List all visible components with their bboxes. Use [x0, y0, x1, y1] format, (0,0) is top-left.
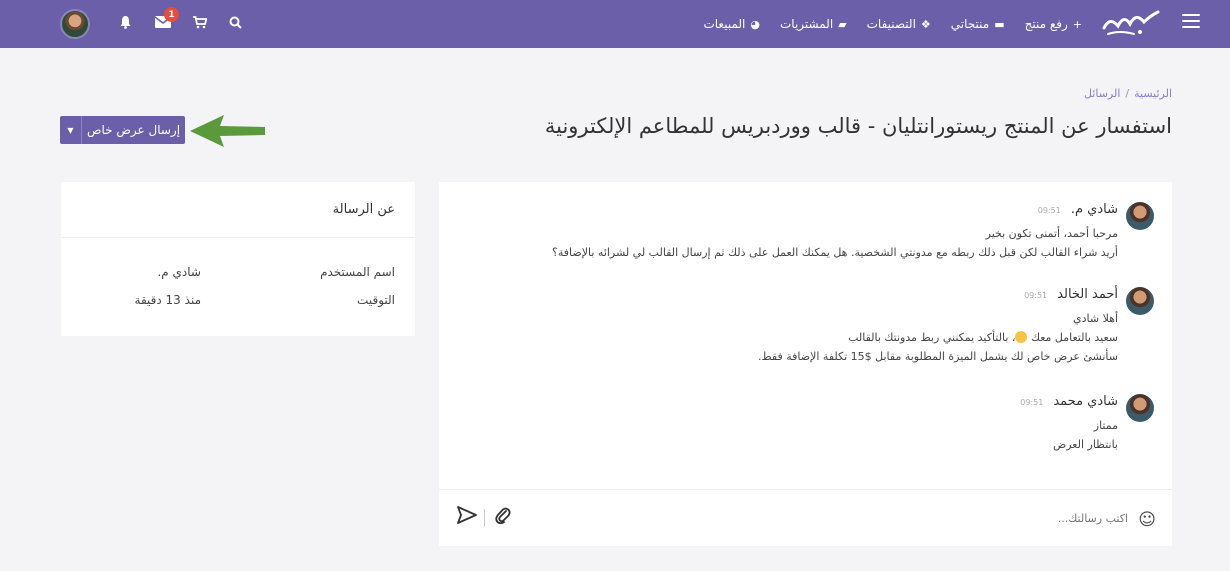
nav-my-products-label: منتجاتي	[950, 17, 990, 31]
user-avatar[interactable]	[60, 9, 90, 39]
nav-categories[interactable]: ❖ التصنيفات	[867, 17, 931, 31]
nav-categories-label: التصنيفات	[866, 17, 916, 31]
nav-sales[interactable]: ◕ المبيعات	[703, 17, 760, 31]
divider	[484, 509, 485, 527]
paperclip-icon[interactable]	[495, 507, 511, 525]
info-row-username: اسم المستخدم شادي م.	[81, 265, 395, 279]
site-logo[interactable]	[1100, 8, 1162, 40]
nav-upload-product[interactable]: + رفع منتج	[1025, 17, 1082, 31]
message-time: 09:51	[1024, 291, 1048, 300]
message-body: أحمد الخالد 09:51 أهلا شادي سعيد بالتعام…	[758, 287, 1118, 366]
message-line: سعيد بالتعامل معك ، بالتأكيد يمكنني ربط …	[758, 328, 1118, 347]
info-panel-title: عن الرسالة	[61, 182, 415, 238]
message-line: سأنشئ عرض خاص لك يشمل الميزة المطلوبة مق…	[757, 350, 1118, 363]
info-row-time: التوقيت منذ 13 دقيقة	[81, 293, 395, 307]
message-item: أحمد الخالد 09:51 أهلا شادي سعيد بالتعام…	[758, 287, 1154, 366]
mail-badge: 1	[164, 7, 179, 22]
message-info-panel: عن الرسالة اسم المستخدم شادي م. التوقيت …	[61, 182, 415, 336]
cart-icon[interactable]	[193, 15, 208, 33]
bell-icon[interactable]	[119, 15, 132, 33]
nav-sales-label: المبيعات	[703, 17, 746, 31]
info-value: منذ 13 دقيقة	[134, 293, 201, 307]
message-line: ممتاز	[1093, 419, 1118, 432]
avatar	[1126, 202, 1154, 230]
mail-icon[interactable]: 1	[154, 7, 179, 32]
nav-purchases-label: المشتريات	[779, 17, 834, 31]
user-tools: 1	[60, 0, 242, 48]
main-menu: + رفع منتج ▬ منتجاتي ❖ التصنيفات ▰ المشت…	[703, 0, 1082, 48]
briefcase-icon: ▬	[994, 17, 1005, 31]
message-composer: ☺	[439, 489, 1172, 546]
message-line: أهلا شادي	[1073, 312, 1118, 325]
folder-icon: ▰	[838, 17, 847, 31]
message-time: 09:51	[1037, 206, 1061, 215]
chevron-down-icon[interactable]: ▼	[60, 116, 82, 144]
pie-chart-icon: ◕	[750, 17, 760, 31]
message-input[interactable]	[608, 506, 1128, 530]
send-special-offer-button[interactable]: إرسال عرض خاص ▼	[60, 116, 185, 144]
arrow-icon	[190, 115, 265, 147]
message-sender: أحمد الخالد	[1057, 287, 1118, 302]
menu-icon[interactable]	[1182, 14, 1200, 28]
smiley-icon[interactable]: ☺	[1138, 510, 1156, 530]
message-sender: شادي م.	[1070, 202, 1118, 217]
avatar	[1126, 394, 1154, 422]
breadcrumb-home[interactable]: الرئيسية	[1134, 87, 1172, 100]
message-line: مرحبا أحمد، أتمنى تكون بخير	[985, 227, 1118, 240]
send-special-offer-label: إرسال عرض خاص	[86, 123, 181, 137]
nav-purchases[interactable]: ▰ المشتريات	[780, 17, 847, 31]
smiley-emoji-icon	[1015, 331, 1028, 343]
message-item: شادي م. 09:51 مرحبا أحمد، أتمنى تكون بخي…	[552, 202, 1154, 262]
conversation-panel: شادي م. 09:51 مرحبا أحمد، أتمنى تكون بخي…	[439, 182, 1172, 546]
message-sender: شادي محمد	[1053, 394, 1118, 409]
send-icon[interactable]	[457, 506, 477, 524]
breadcrumb-separator: /	[1125, 87, 1130, 100]
message-body: شادي محمد 09:51 ممتاز بانتظار العرض	[1020, 394, 1118, 454]
nav-upload-product-label: رفع منتج	[1024, 17, 1068, 31]
info-key: التوقيت	[357, 293, 395, 307]
message-time: 09:51	[1020, 398, 1044, 407]
breadcrumb-current[interactable]: الرسائل	[1084, 87, 1120, 100]
breadcrumb: الرئيسية / الرسائل	[1084, 87, 1172, 100]
message-line: بانتظار العرض	[1052, 438, 1118, 451]
message-item: شادي محمد 09:51 ممتاز بانتظار العرض	[1020, 394, 1154, 454]
page-title: استفسار عن المنتج ريستورانتليان - قالب و…	[544, 114, 1172, 138]
avatar	[1126, 287, 1154, 315]
message-line-text: سعيد بالتعامل معك ، بالتأكيد يمكنني ربط …	[848, 331, 1118, 344]
info-key: اسم المستخدم	[320, 265, 395, 279]
plus-icon: +	[1072, 17, 1082, 31]
info-value: شادي م.	[157, 265, 201, 279]
cubes-icon: ❖	[920, 17, 931, 31]
nav-my-products[interactable]: ▬ منتجاتي	[951, 17, 1005, 31]
message-line: أريد شراء القالب لكن قبل ذلك ربطه مع مدو…	[552, 246, 1118, 259]
search-icon[interactable]	[229, 16, 242, 33]
top-navbar: + رفع منتج ▬ منتجاتي ❖ التصنيفات ▰ المشت…	[0, 0, 1230, 48]
message-body: شادي م. 09:51 مرحبا أحمد، أتمنى تكون بخي…	[552, 202, 1118, 262]
